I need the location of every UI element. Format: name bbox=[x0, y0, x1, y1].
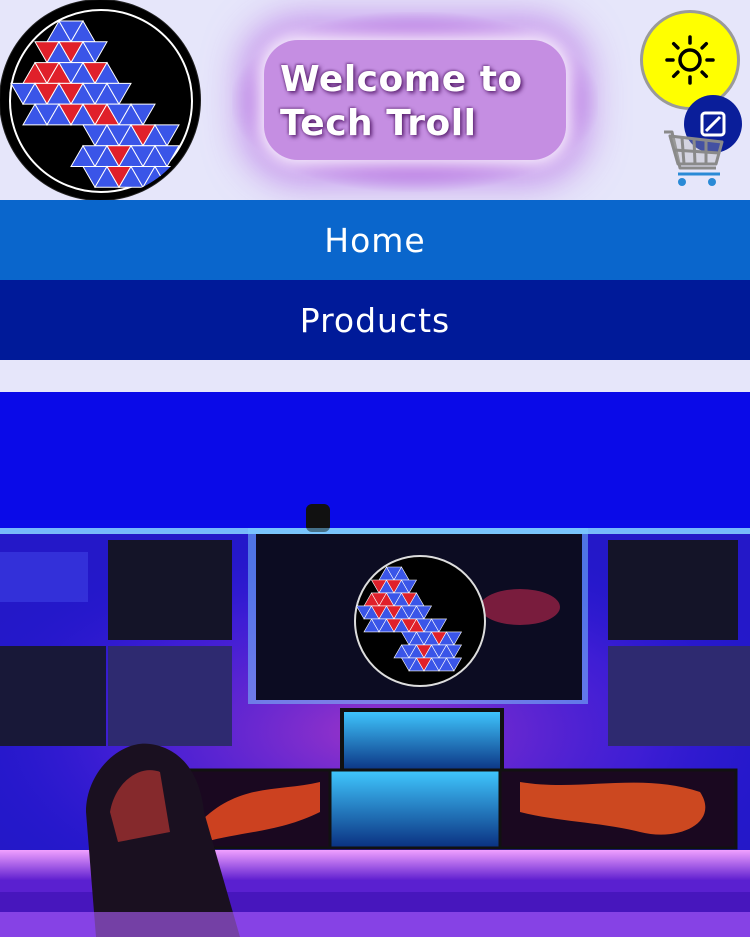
nav-home-label: Home bbox=[324, 220, 426, 260]
title-line-2: Tech Troll bbox=[280, 103, 477, 144]
theme-toggle-button[interactable] bbox=[640, 10, 740, 110]
title-line-1: Welcome to bbox=[280, 59, 523, 100]
header: Welcome to Tech Troll bbox=[0, 0, 750, 200]
page: Welcome to Tech Troll Home Products bbox=[0, 0, 750, 937]
hero-image bbox=[0, 392, 750, 937]
gaming-setup-image bbox=[0, 392, 750, 937]
sun-icon bbox=[665, 35, 715, 85]
tech-troll-logo-icon bbox=[6, 6, 197, 197]
spacer bbox=[0, 360, 750, 392]
site-logo[interactable] bbox=[0, 0, 200, 200]
nav-home[interactable]: Home bbox=[0, 200, 750, 280]
nav-products-label: Products bbox=[299, 300, 451, 340]
cart-button[interactable] bbox=[660, 128, 728, 190]
nav-products[interactable]: Products bbox=[0, 280, 750, 360]
shopping-cart-icon bbox=[664, 130, 724, 186]
title-box: Welcome to Tech Troll bbox=[264, 40, 566, 160]
